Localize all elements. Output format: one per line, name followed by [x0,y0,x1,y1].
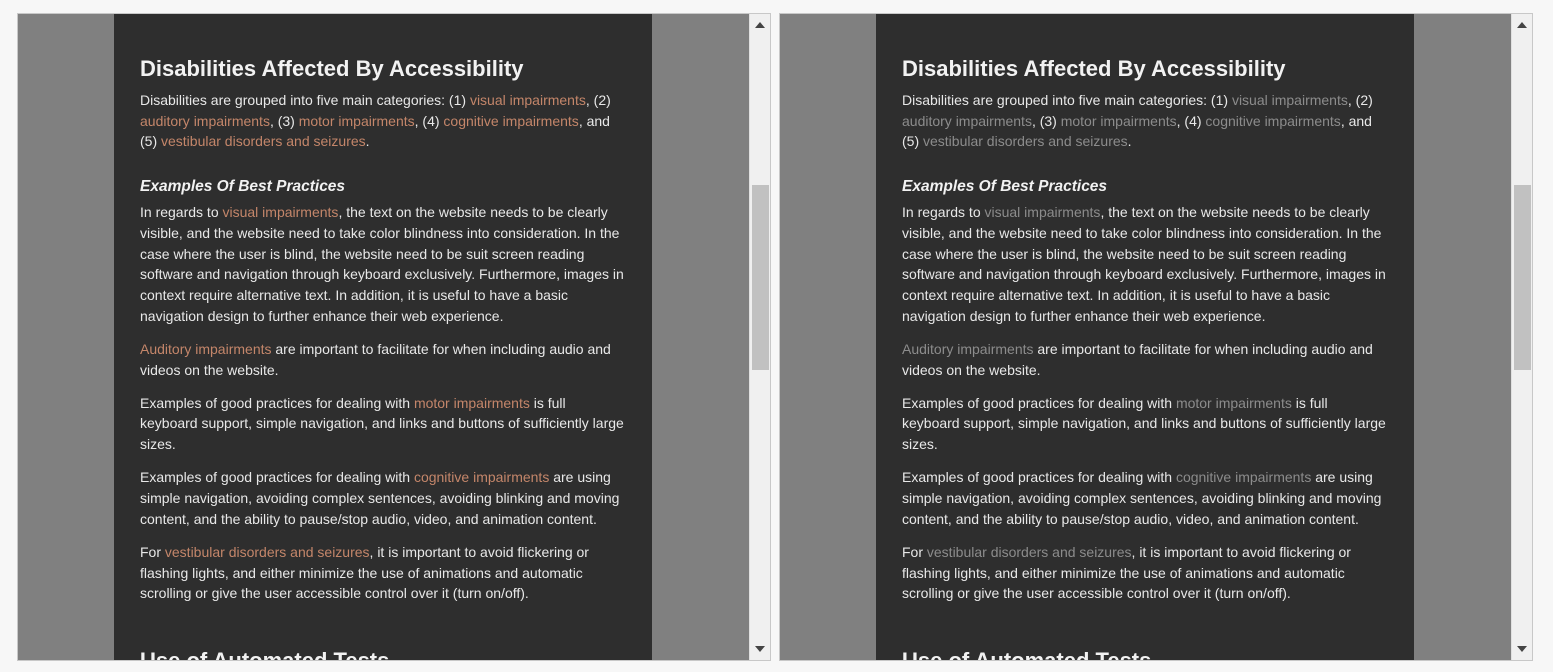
link-auditory-impairments[interactable]: Auditory impairments [140,341,272,357]
right-browser-frame: Disabilities Affected By Accessibility D… [779,13,1533,661]
article-column: Disabilities Affected By Accessibility D… [876,14,1414,660]
text: Examples of good practices for dealing w… [140,469,414,486]
scroll-up-arrow-icon[interactable] [1517,22,1527,28]
link-vestibular-disorders[interactable]: vestibular disorders and seizures [161,133,366,149]
auditory-paragraph: Auditory impairments are important to fa… [902,339,1388,380]
next-section-heading: Use of Automated Tests [902,648,1152,661]
text: Disabilities are grouped into five main … [140,92,470,108]
motor-paragraph: Examples of good practices for dealing w… [140,393,626,455]
text: , (2) [1347,92,1373,108]
scroll-down-arrow-icon[interactable] [755,646,765,652]
motor-paragraph: Examples of good practices for dealing w… [902,393,1388,455]
visual-paragraph: In regards to visual impairments, the te… [902,202,1388,326]
text: For [140,543,165,560]
text: , (2) [585,92,611,108]
link-cognitive-impairments[interactable]: cognitive impairments [443,113,578,129]
vertical-scrollbar[interactable] [749,14,770,660]
link-vestibular-disorders[interactable]: vestibular disorders and seizures [165,544,370,560]
text: Examples of good practices for dealing w… [140,394,414,411]
vestibular-paragraph: For vestibular disorders and seizures, i… [140,542,626,604]
link-cognitive-impairments[interactable]: cognitive impairments [1205,113,1340,129]
auditory-paragraph: Auditory impairments are important to fa… [140,339,626,380]
article-content: Disabilities Affected By Accessibility D… [876,14,1414,661]
text: In regards to [140,204,223,221]
cognitive-paragraph: Examples of good practices for dealing w… [902,467,1388,529]
link-motor-impairments[interactable]: motor impairments [1176,395,1292,411]
scroll-up-arrow-icon[interactable] [755,22,765,28]
text: , the text on the website needs to be cl… [902,204,1386,324]
text: Examples of good practices for dealing w… [902,394,1176,411]
link-auditory-impairments[interactable]: auditory impairments [140,113,270,129]
link-motor-impairments[interactable]: motor impairments [1061,113,1177,129]
link-motor-impairments[interactable]: motor impairments [414,395,530,411]
section-heading: Disabilities Affected By Accessibility [140,56,524,81]
text: , (4) [1176,112,1206,129]
text: Examples of good practices for dealing w… [902,469,1176,486]
text: For [902,543,927,560]
left-browser-frame: Disabilities Affected By Accessibility D… [17,13,771,661]
text: Disabilities are grouped into five main … [902,92,1232,108]
vertical-scrollbar[interactable] [1511,14,1532,660]
link-visual-impairments[interactable]: visual impairments [470,92,586,108]
article-column: Disabilities Affected By Accessibility D… [114,14,652,660]
link-auditory-impairments[interactable]: auditory impairments [902,113,1032,129]
text: . [365,133,370,150]
link-cognitive-impairments[interactable]: cognitive impairments [1176,469,1311,485]
intro-paragraph: Disabilities are grouped into five main … [902,90,1388,152]
link-auditory-impairments[interactable]: Auditory impairments [902,341,1034,357]
link-visual-impairments[interactable]: visual impairments [985,204,1101,220]
subheading: Examples Of Best Practices [902,178,1108,196]
cognitive-paragraph: Examples of good practices for dealing w… [140,467,626,529]
text: , the text on the website needs to be cl… [140,204,624,324]
link-vestibular-disorders[interactable]: vestibular disorders and seizures [927,544,1132,560]
vestibular-paragraph: For vestibular disorders and seizures, i… [902,542,1388,604]
text: . [1127,133,1132,150]
link-visual-impairments[interactable]: visual impairments [223,204,339,220]
text: , (3) [1031,112,1061,129]
subheading: Examples Of Best Practices [140,178,346,196]
text: , (4) [414,112,444,129]
scrollbar-thumb[interactable] [752,185,769,370]
visual-paragraph: In regards to visual impairments, the te… [140,202,626,326]
text: In regards to [902,204,985,221]
section-heading: Disabilities Affected By Accessibility [902,56,1286,81]
intro-paragraph: Disabilities are grouped into five main … [140,90,626,152]
scrollbar-thumb[interactable] [1514,185,1531,370]
link-visual-impairments[interactable]: visual impairments [1232,92,1348,108]
article-content: Disabilities Affected By Accessibility D… [114,14,652,661]
link-motor-impairments[interactable]: motor impairments [299,113,415,129]
link-cognitive-impairments[interactable]: cognitive impairments [414,469,549,485]
next-section-heading: Use of Automated Tests [140,648,390,661]
link-vestibular-disorders[interactable]: vestibular disorders and seizures [923,133,1128,149]
scroll-down-arrow-icon[interactable] [1517,646,1527,652]
text: , (3) [269,112,299,129]
